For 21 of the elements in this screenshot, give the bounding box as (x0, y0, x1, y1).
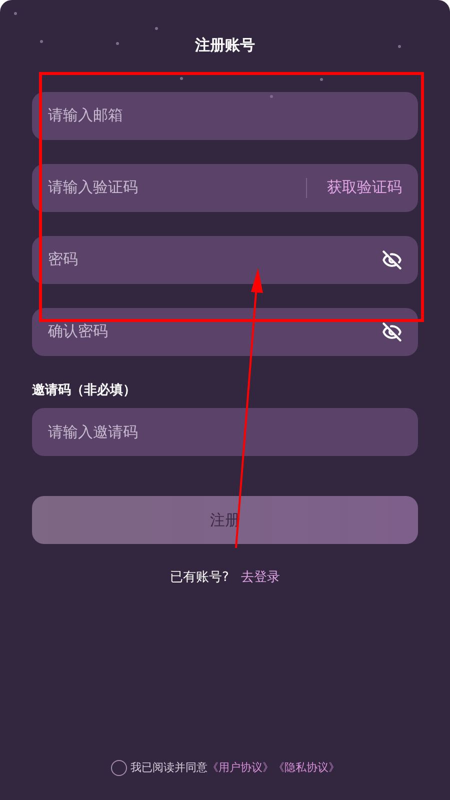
input-field[interactable]: 请输入邀请码 (32, 408, 418, 456)
text-input[interactable]: 请输入邮箱 (48, 104, 402, 127)
input-field[interactable]: 密码 (32, 236, 418, 284)
agreement-text: 我已阅读并同意 (130, 760, 208, 776)
eye-off-icon[interactable] (382, 250, 402, 270)
eye-off-icon[interactable] (382, 322, 402, 342)
input-field[interactable]: 请输入邮箱 (32, 92, 418, 140)
text-input[interactable]: 密码 (48, 248, 382, 271)
input-field[interactable]: 请输入验证码 获取验证码 (32, 164, 418, 212)
text-input[interactable]: 请输入邀请码 (48, 420, 402, 444)
page-title: 注册账号 (195, 35, 255, 56)
agree-checkbox[interactable] (110, 760, 126, 776)
agreement-link[interactable]: 《隐私协议》 (274, 760, 340, 776)
login-prompt: 已有账号? (170, 569, 229, 587)
text-input[interactable]: 确认密码 (48, 320, 382, 343)
agreement-link[interactable]: 《用户协议》 (208, 760, 274, 776)
input-field[interactable]: 确认密码 (32, 308, 418, 356)
login-link[interactable]: 去登录 (240, 568, 280, 588)
invite-label: 邀请码（非必填） (32, 382, 137, 400)
get-code-button[interactable]: 获取验证码 (327, 176, 402, 199)
text-input[interactable]: 请输入验证码 (48, 176, 306, 199)
